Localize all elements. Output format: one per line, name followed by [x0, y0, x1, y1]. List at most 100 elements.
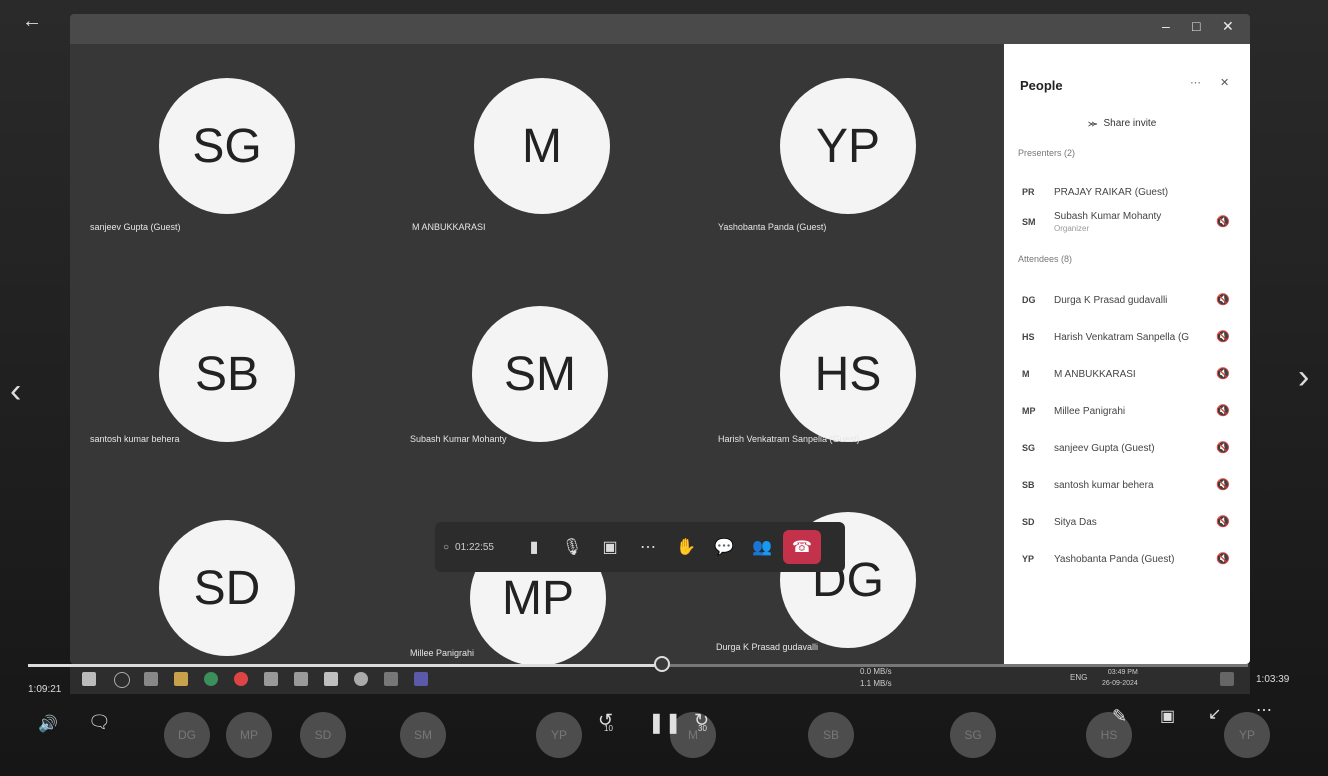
- participant-tile: SM Subash Kumar Mohanty: [390, 254, 690, 444]
- avatar: SD: [159, 520, 295, 656]
- avatar: SG: [1022, 443, 1036, 453]
- app-icon[interactable]: [354, 672, 368, 686]
- raise-hand-icon[interactable]: ✋: [669, 530, 703, 564]
- chrome-icon[interactable]: [234, 672, 248, 686]
- pen-icon[interactable]: ✎: [1112, 706, 1127, 727]
- close-icon[interactable]: ✕: [1222, 18, 1234, 35]
- participant-name: Subash Kumar Mohanty: [410, 434, 507, 444]
- elapsed-time: 1:09:21: [28, 684, 62, 695]
- share-invite-button[interactable]: ⪼ Share invite: [1088, 118, 1156, 129]
- network-speed: 0.0 MB/s 1.1 MB/s: [860, 667, 892, 688]
- start-icon[interactable]: [82, 672, 96, 686]
- volume-icon[interactable]: 🔊: [38, 714, 58, 734]
- avatar: SB: [159, 306, 295, 442]
- avatar: HS: [1022, 332, 1035, 342]
- exit-fullscreen-icon[interactable]: ↙: [1208, 704, 1221, 724]
- file-explorer-icon[interactable]: [174, 672, 188, 686]
- avatar: YP: [1022, 554, 1035, 564]
- participant-bubble: SM: [400, 712, 446, 758]
- people-row[interactable]: HS Harish Venkatram Sanpella (G 🔇: [1004, 321, 1250, 357]
- avatar: PR: [1022, 187, 1035, 197]
- app-icon[interactable]: [384, 672, 398, 686]
- presenters-header[interactable]: Presenters (2): [1018, 148, 1075, 158]
- people-row[interactable]: MP Millee Panigrahi 🔇: [1004, 395, 1250, 431]
- participant-tile: M M ANBUKKARASI: [390, 44, 690, 234]
- language-indicator[interactable]: ENG: [1070, 673, 1087, 682]
- camera-icon[interactable]: ▮: [517, 530, 551, 564]
- person-name: Durga K Prasad gudavalli: [1054, 295, 1168, 306]
- skip-back-label: 10: [604, 724, 613, 733]
- system-clock[interactable]: 03:49 PM 26-09-2024: [1102, 667, 1138, 689]
- more-options-icon[interactable]: ⋯: [1190, 76, 1201, 89]
- people-row[interactable]: SD Sitya Das 🔇: [1004, 506, 1250, 542]
- people-row[interactable]: M M ANBUKKARASI 🔇: [1004, 358, 1250, 394]
- people-icon[interactable]: 👥: [745, 530, 779, 564]
- more-options-icon[interactable]: ⋯: [1256, 700, 1272, 720]
- app-icon[interactable]: [324, 672, 338, 686]
- person-name: sanjeev Gupta (Guest): [1054, 443, 1155, 454]
- mic-off-icon: 🔇: [1216, 368, 1230, 380]
- share-icon: ⪼: [1088, 118, 1098, 129]
- participant-bubble: SG: [950, 712, 996, 758]
- participant-name: santosh kumar behera: [90, 434, 180, 444]
- share-screen-icon[interactable]: ▣: [593, 530, 627, 564]
- participant-name: Millee Panigrahi: [410, 648, 475, 658]
- participant-name: M ANBUKKARASI: [412, 222, 486, 232]
- avatar: HS: [780, 306, 916, 442]
- participant-bubble: MP: [226, 712, 272, 758]
- participant-bubble: YP: [536, 712, 582, 758]
- chat-icon[interactable]: 💬: [707, 530, 741, 564]
- people-row[interactable]: SM Subash Kumar Mohanty Organizer 🔇: [1004, 206, 1250, 242]
- mic-off-icon: 🔇: [1216, 331, 1230, 343]
- person-name: Harish Venkatram Sanpella (G: [1054, 332, 1190, 343]
- close-icon[interactable]: ✕: [1220, 76, 1229, 89]
- person-name: M ANBUKKARASI: [1054, 369, 1136, 380]
- microphone-icon[interactable]: 🎙: [555, 530, 589, 564]
- miniplayer-icon[interactable]: ▣: [1160, 706, 1175, 726]
- hang-up-icon[interactable]: ☎: [783, 530, 821, 564]
- participant-name: sanjeev Gupta (Guest): [90, 222, 181, 232]
- person-name: Yashobanta Panda (Guest): [1054, 554, 1175, 565]
- participant-bubble: SB: [808, 712, 854, 758]
- minimize-icon[interactable]: –: [1162, 18, 1170, 34]
- browser-icon[interactable]: [204, 672, 218, 686]
- attendees-header[interactable]: Attendees (8): [1018, 254, 1072, 264]
- task-view-icon[interactable]: [144, 672, 158, 686]
- participant-bubble: DG: [164, 712, 210, 758]
- participant-name: Yashobanta Panda (Guest): [718, 222, 827, 232]
- pause-icon[interactable]: ❚❚: [648, 710, 682, 735]
- previous-arrow-icon[interactable]: ‹: [10, 372, 21, 411]
- search-icon[interactable]: [114, 672, 130, 688]
- app-icon[interactable]: [294, 672, 308, 686]
- teams-icon[interactable]: [414, 672, 428, 686]
- meeting-screen: – □ ✕ SG sanjeev Gupta (Guest) M M ANBUK…: [70, 14, 1250, 664]
- participant-name: Durga K Prasad gudavalli: [716, 642, 819, 652]
- video-player: ← ‹ › – □ ✕ SG sanjeev Gupta (Guest) M M…: [0, 0, 1328, 776]
- mic-off-icon: 🔇: [1216, 294, 1230, 306]
- next-arrow-icon[interactable]: ›: [1298, 358, 1309, 397]
- person-name: Subash Kumar Mohanty: [1054, 211, 1162, 222]
- avatar: M: [474, 78, 610, 214]
- more-options-icon[interactable]: ⋯: [631, 530, 665, 564]
- participant-tile: SG sanjeev Gupta (Guest): [80, 44, 380, 234]
- avatar: SM: [472, 306, 608, 442]
- people-row[interactable]: DG Durga K Prasad gudavalli 🔇: [1004, 284, 1250, 320]
- person-name: santosh kumar behera: [1054, 480, 1154, 491]
- participant-tile: SB santosh kumar behera: [80, 254, 380, 444]
- avatar: SD: [1022, 517, 1035, 527]
- people-row[interactable]: SG sanjeev Gupta (Guest) 🔇: [1004, 432, 1250, 468]
- skip-forward-label: 30: [698, 724, 707, 733]
- remaining-time: 1:03:39: [1256, 674, 1290, 685]
- app-icon[interactable]: [264, 672, 278, 686]
- people-row[interactable]: SB santosh kumar behera 🔇: [1004, 469, 1250, 505]
- back-arrow-icon[interactable]: ←: [22, 10, 42, 33]
- people-row[interactable]: YP Yashobanta Panda (Guest) 🔇: [1004, 543, 1250, 579]
- person-role: Organizer: [1054, 224, 1090, 233]
- maximize-icon[interactable]: □: [1192, 18, 1200, 34]
- avatar: SM: [1022, 217, 1036, 227]
- notification-icon[interactable]: [1220, 672, 1234, 686]
- mic-off-icon: 🔇: [1216, 442, 1230, 454]
- mic-off-icon: 🔇: [1216, 405, 1230, 417]
- captions-icon[interactable]: 🗨: [88, 712, 111, 733]
- avatar: M: [1022, 369, 1030, 379]
